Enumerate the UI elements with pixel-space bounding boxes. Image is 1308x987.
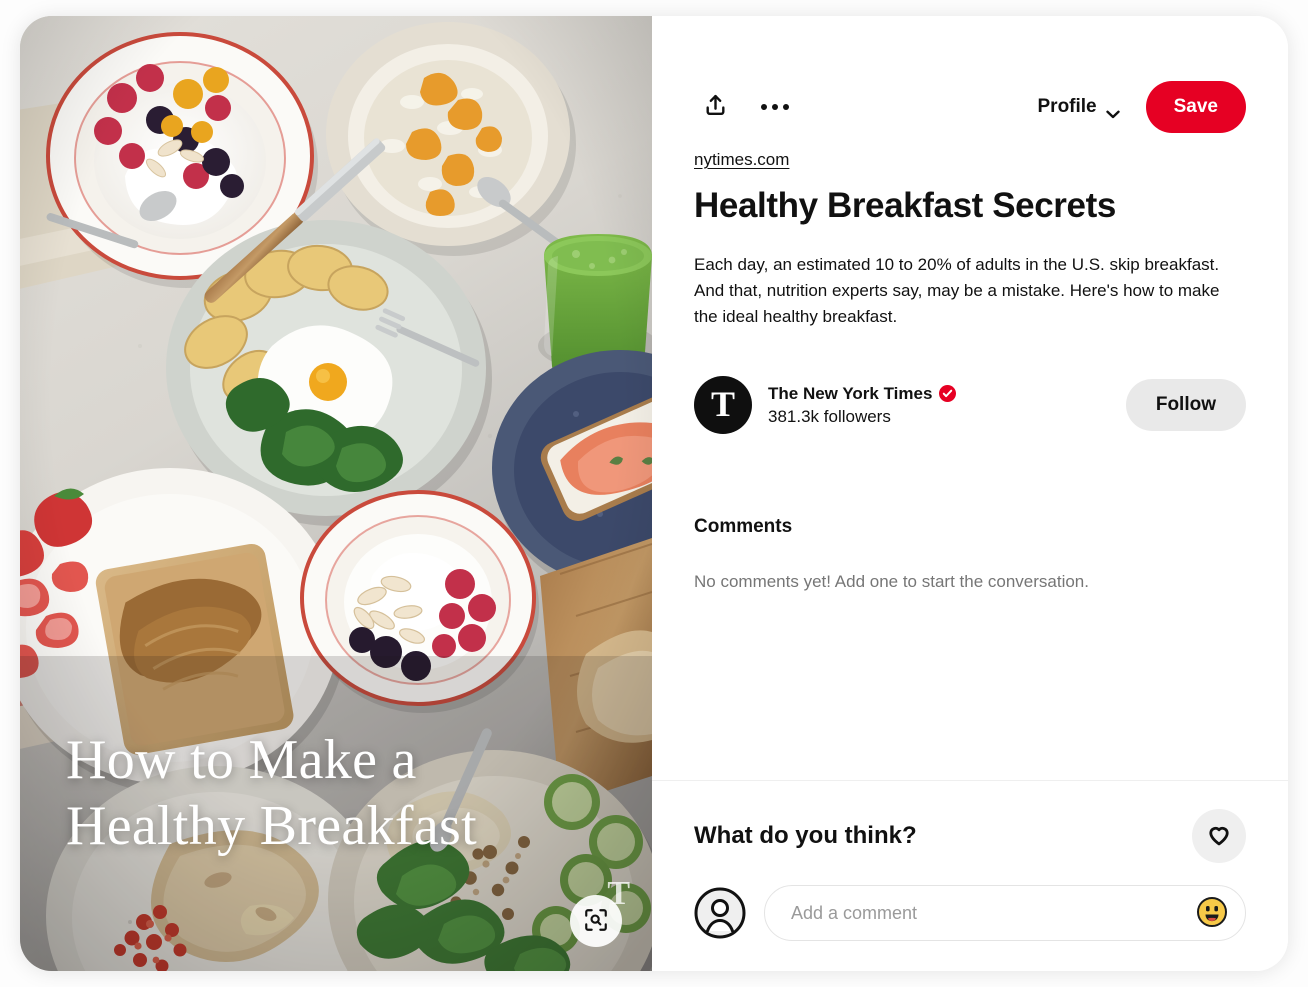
comment-input[interactable]	[765, 886, 1245, 940]
source-domain-link[interactable]: nytimes.com	[694, 150, 789, 170]
react-heart-button[interactable]	[1192, 809, 1246, 863]
save-button[interactable]: Save	[1145, 81, 1246, 133]
pin-closeup-page: How to Make a Healthy Breakfast T Profil…	[0, 0, 1308, 987]
pin-image-pane[interactable]: How to Make a Healthy Breakfast T	[20, 16, 652, 971]
pin-title: Healthy Breakfast Secrets	[694, 186, 1116, 225]
chevron-down-icon	[1105, 103, 1120, 118]
composer-row	[694, 885, 1246, 941]
emoji-picker-button[interactable]	[1195, 896, 1229, 930]
comment-composer: What do you think?	[652, 780, 1288, 971]
visual-search-button[interactable]	[570, 895, 622, 947]
creator-name[interactable]: The New York Times	[768, 384, 932, 404]
share-icon	[703, 93, 728, 121]
more-options-icon	[761, 104, 789, 110]
pin-action-toolbar: Profile Save	[694, 78, 1246, 136]
grinning-face-emoji	[1196, 896, 1228, 931]
pin-detail-pane: Profile Save nytimes.com Healthy Breakfa…	[652, 16, 1288, 971]
creator-followers: 381.3k followers	[768, 406, 891, 426]
follow-button[interactable]: Follow	[1125, 379, 1246, 432]
creator-row: T The New York Times 381.3k followers Fo…	[694, 376, 1246, 435]
pin-card: How to Make a Healthy Breakfast T Profil…	[20, 16, 1288, 971]
creator-text: The New York Times 381.3k followers	[768, 384, 957, 427]
heart-icon	[1206, 822, 1232, 851]
comment-field[interactable]	[764, 885, 1246, 941]
pin-detail-scroll: Profile Save nytimes.com Healthy Breakfa…	[652, 16, 1288, 780]
board-select-label: Profile	[1037, 96, 1097, 117]
pin-description: Each day, an estimated 10 to 20% of adul…	[694, 255, 1220, 327]
composer-title: What do you think?	[694, 822, 917, 849]
comments-empty-state: No comments yet! Add one to start the co…	[694, 572, 1089, 592]
visual-search-lens-icon	[583, 907, 609, 936]
verified-badge-icon	[939, 385, 957, 403]
comments-heading: Comments	[694, 516, 793, 538]
creator-name-row: The New York Times	[768, 384, 957, 404]
composer-header: What do you think?	[694, 809, 1246, 863]
creator-avatar[interactable]: T	[694, 376, 752, 435]
more-options-button[interactable]	[754, 86, 796, 128]
creator-avatar-mark: T	[710, 384, 735, 425]
share-button[interactable]	[694, 86, 736, 128]
pin-photo	[20, 16, 652, 971]
user-avatar-icon[interactable]	[694, 887, 746, 939]
board-select-dropdown[interactable]: Profile	[1034, 90, 1124, 124]
